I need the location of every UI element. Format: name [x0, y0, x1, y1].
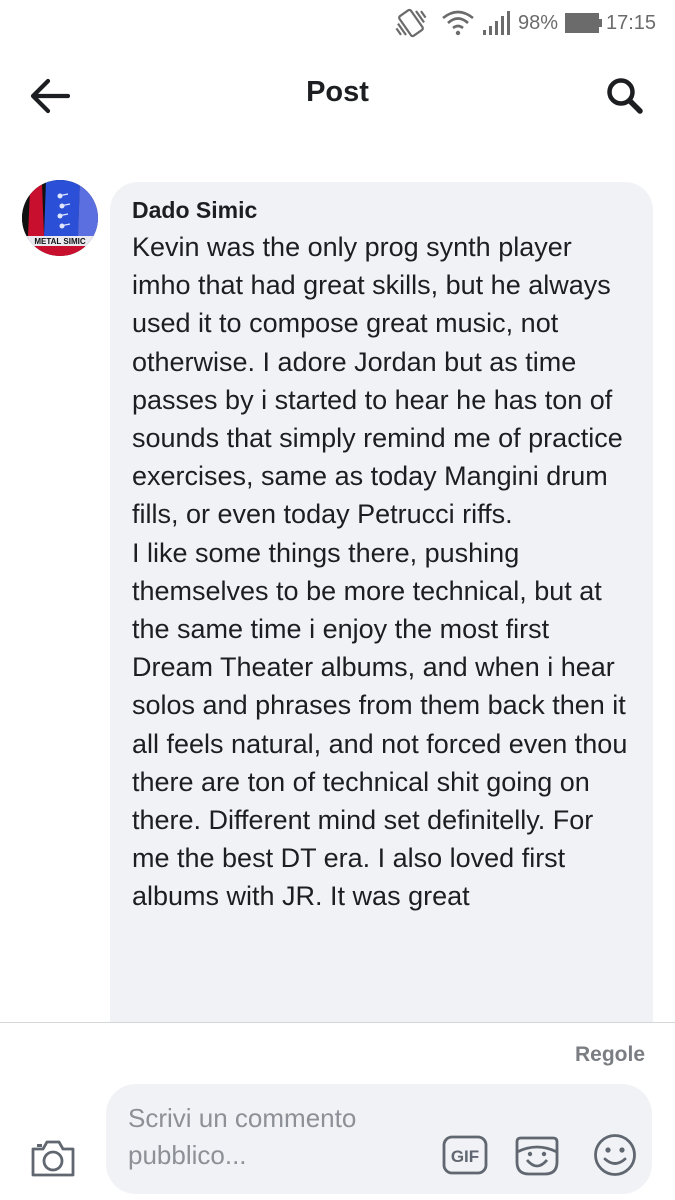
- camera-button[interactable]: [26, 1133, 80, 1183]
- vibrate-icon: [394, 8, 428, 38]
- search-button[interactable]: [597, 68, 653, 124]
- battery-percent: 98%: [518, 11, 559, 34]
- comment-text: Kevin was the only prog synth player imh…: [132, 232, 628, 912]
- wifi-icon: [440, 10, 476, 36]
- gif-icon: GIF: [442, 1135, 488, 1175]
- camera-icon: [31, 1140, 75, 1177]
- comment-author[interactable]: Dado Simic: [132, 196, 631, 224]
- search-icon: [607, 78, 643, 114]
- rules-link[interactable]: Regole: [575, 1043, 645, 1067]
- comment-input[interactable]: Scrivi un commento pubblico... GIF: [106, 1084, 652, 1194]
- clock: 17:15: [606, 11, 657, 34]
- battery-icon: [565, 10, 603, 36]
- page-title: Post: [306, 76, 369, 108]
- app-header: Post: [0, 48, 675, 144]
- status-bar: 98% 17:15: [0, 0, 675, 48]
- sticker-icon: [515, 1136, 559, 1176]
- avatar-image: METAL SIMIC: [22, 180, 98, 256]
- avatar-label: METAL SIMIC: [34, 237, 85, 246]
- gif-button[interactable]: GIF: [440, 1130, 490, 1180]
- comment-input-placeholder: Scrivi un commento pubblico...: [128, 1103, 357, 1170]
- comment-composer: Regole Scrivi un commento pubblico... GI…: [0, 1022, 675, 1200]
- signal-icon: [482, 10, 514, 36]
- sticker-button[interactable]: [512, 1130, 562, 1180]
- comment-bubble: Dado Simic Kevin was the only prog synth…: [110, 182, 653, 1082]
- emoji-icon: [594, 1134, 636, 1176]
- gif-label: GIF: [451, 1147, 479, 1166]
- avatar[interactable]: METAL SIMIC: [22, 180, 98, 256]
- emoji-button[interactable]: [590, 1130, 640, 1180]
